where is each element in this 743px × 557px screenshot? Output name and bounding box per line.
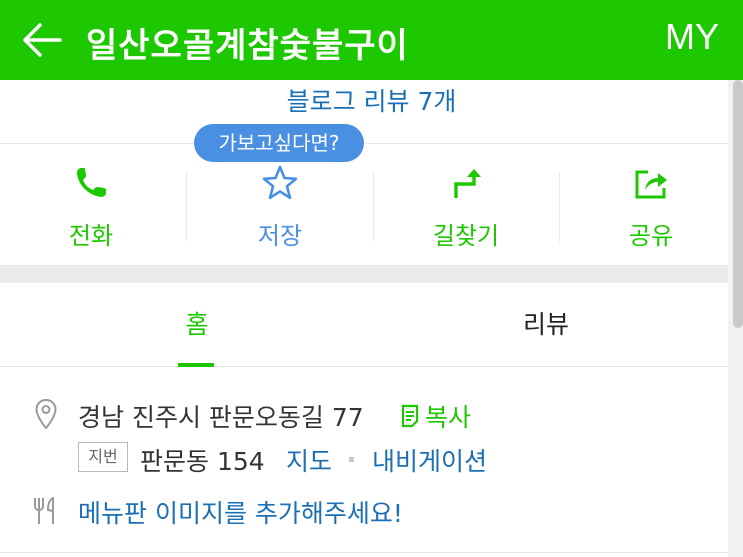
tab-review[interactable]: 리뷰 — [364, 283, 728, 367]
section-gap — [0, 265, 728, 283]
directions-button[interactable]: 길찾기 — [375, 144, 557, 266]
jibun-badge: 지번 — [78, 442, 128, 472]
copy-label: 복사 — [425, 403, 472, 432]
action-bar: 전화 저장 길찾기 공유 — [0, 143, 728, 265]
tab-selected-indicator — [178, 363, 214, 367]
location-pin-icon — [35, 398, 57, 430]
navigation-link[interactable]: 내비게이션 — [372, 442, 487, 478]
tab-home[interactable]: 홈 — [15, 283, 379, 367]
copy-icon — [401, 404, 419, 428]
share-button[interactable]: 공유 — [560, 144, 742, 266]
place-info: 경남 진주시 판문오동길 77 복사 지번 판문동 154 지도 내비게이션 메… — [0, 368, 728, 557]
my-button[interactable]: MY — [665, 16, 719, 58]
phone-icon — [77, 168, 106, 197]
fork-icon — [34, 496, 54, 524]
back-arrow-icon[interactable] — [18, 16, 66, 64]
blog-review-link[interactable]: 블로그 리뷰 7개 — [287, 82, 457, 118]
call-button[interactable]: 전화 — [0, 144, 182, 266]
share-label: 공유 — [628, 222, 674, 250]
dot-separator — [349, 457, 354, 462]
top-bar: 일산오골계참숯불구이 MY — [0, 0, 743, 80]
save-tooltip: 가보고싶다면? — [194, 124, 364, 162]
copy-button[interactable]: 복사 — [400, 398, 471, 434]
divider — [373, 172, 374, 242]
divider — [186, 172, 187, 242]
jibun-address: 판문동 154 — [140, 447, 265, 476]
blog-review-row[interactable]: 블로그 리뷰 7개 — [0, 80, 743, 142]
menu-image-prompt[interactable]: 메뉴판 이미지를 추가해주세요! — [78, 494, 403, 530]
divider — [0, 552, 728, 553]
road-address: 경남 진주시 판문오동길 77 — [78, 403, 364, 432]
share-icon — [635, 170, 667, 199]
save-label: 저장 — [257, 222, 303, 250]
directions-label: 길찾기 — [432, 222, 500, 250]
tab-bar: 홈 리뷰 — [0, 283, 728, 367]
star-icon — [262, 165, 298, 200]
call-label: 전화 — [68, 222, 114, 250]
place-title: 일산오골계참숯불구이 — [86, 26, 409, 66]
save-button[interactable]: 저장 — [189, 144, 371, 266]
map-link[interactable]: 지도 — [286, 442, 332, 478]
directions-icon — [454, 169, 481, 198]
